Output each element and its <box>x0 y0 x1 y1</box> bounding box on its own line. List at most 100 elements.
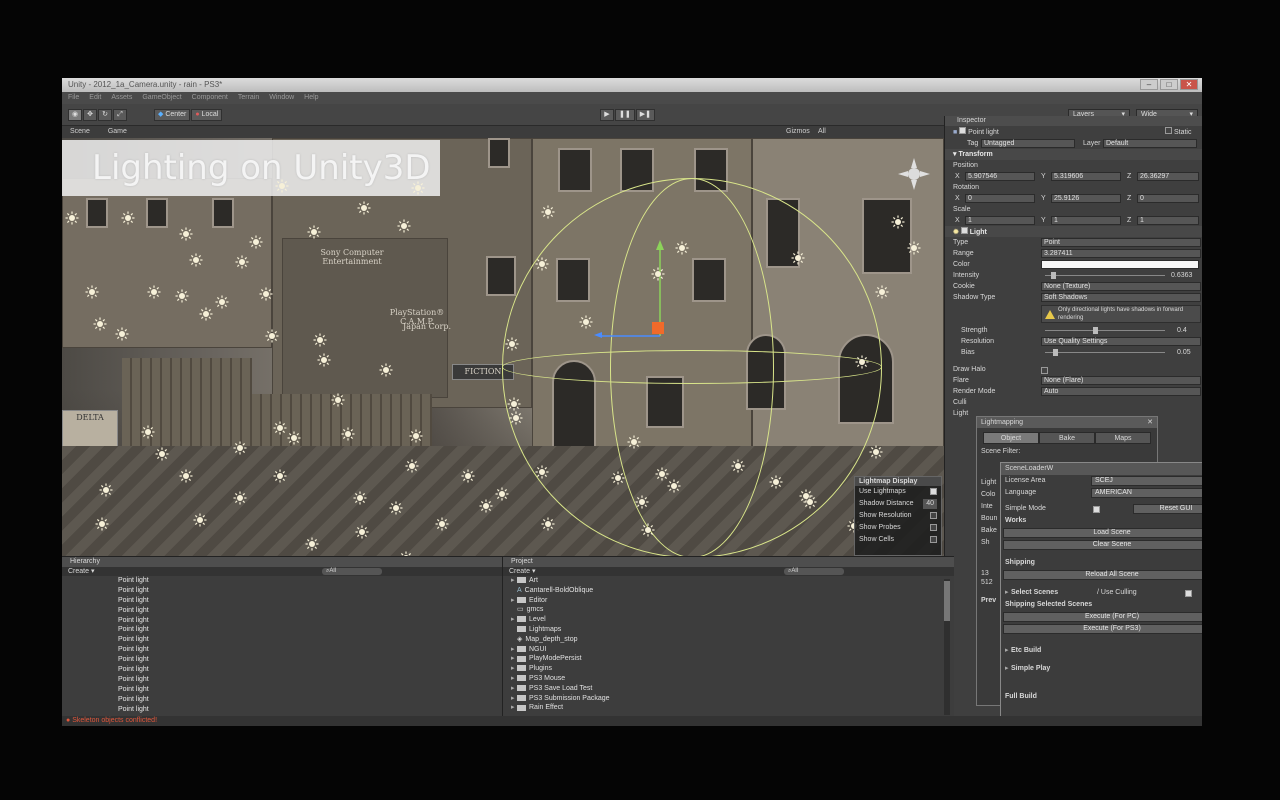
point-light-icon[interactable] <box>409 429 423 443</box>
point-light-icon[interactable] <box>313 333 327 347</box>
point-light-icon[interactable] <box>155 447 169 461</box>
point-light-icon[interactable] <box>273 469 287 483</box>
rotate-tool-button[interactable]: ↻ <box>98 109 113 121</box>
point-light-icon[interactable] <box>791 251 805 265</box>
point-light-icon[interactable] <box>667 479 681 493</box>
point-light-icon[interactable] <box>215 295 229 309</box>
execute-pc-button[interactable]: Execute (For PC) <box>1003 612 1202 622</box>
point-light-icon[interactable] <box>405 459 419 473</box>
rotation-y-field[interactable]: 25.9126 <box>1051 194 1121 203</box>
intensity-field[interactable]: 0.6363 <box>1171 270 1192 281</box>
point-light-icon[interactable] <box>93 317 107 331</box>
object-active-checkbox[interactable] <box>959 127 967 134</box>
point-light-icon[interactable] <box>331 393 345 407</box>
point-light-icon[interactable] <box>541 205 555 219</box>
license-area-dropdown[interactable]: SCEJ <box>1091 476 1202 486</box>
list-item[interactable]: Point light <box>118 586 502 596</box>
tab-maps[interactable]: Maps <box>1095 432 1151 444</box>
point-light-icon[interactable] <box>179 227 193 241</box>
point-light-icon[interactable] <box>907 241 921 255</box>
intensity-slider-knob[interactable] <box>1051 272 1056 279</box>
simple-play-row[interactable]: ▸ Simple Play <box>1001 663 1202 675</box>
list-item[interactable]: ▭ gmcs <box>511 605 954 615</box>
list-item[interactable]: Point light <box>118 705 502 715</box>
use-lightmaps-checkbox[interactable] <box>930 488 937 495</box>
menu-file[interactable]: File <box>68 92 79 104</box>
point-light-icon[interactable] <box>769 475 783 489</box>
point-light-icon[interactable] <box>891 215 905 229</box>
point-light-icon[interactable] <box>389 501 403 515</box>
move-tool-button[interactable]: ✥ <box>83 109 98 121</box>
pause-button[interactable]: ❚❚ <box>615 109 635 121</box>
light-enabled-checkbox[interactable] <box>960 227 968 234</box>
hierarchy-create-button[interactable]: Create <box>68 568 89 575</box>
menu-component[interactable]: Component <box>192 92 228 104</box>
point-light-icon[interactable] <box>875 285 889 299</box>
bias-slider-knob[interactable] <box>1053 349 1058 356</box>
strength-field[interactable]: 0.4 <box>1177 325 1187 336</box>
list-item[interactable]: Point light <box>118 695 502 705</box>
use-culling-checkbox[interactable] <box>1185 590 1192 597</box>
close-icon[interactable]: ✕ <box>1147 417 1153 428</box>
point-light-icon[interactable] <box>541 517 555 531</box>
menu-edit[interactable]: Edit <box>89 92 101 104</box>
point-light-icon[interactable] <box>95 517 109 531</box>
scene-search[interactable]: All <box>810 126 834 138</box>
point-light-icon[interactable] <box>507 397 521 411</box>
position-z-field[interactable]: 26.36297 <box>1137 172 1199 181</box>
point-light-icon[interactable] <box>265 329 279 343</box>
point-light-icon[interactable] <box>535 257 549 271</box>
tab-object[interactable]: Object <box>983 432 1039 444</box>
list-item[interactable]: Point light <box>118 606 502 616</box>
position-x-field[interactable]: 5.907546 <box>965 172 1035 181</box>
point-light-icon[interactable] <box>233 491 247 505</box>
menu-assets[interactable]: Assets <box>111 92 132 104</box>
show-cells-checkbox[interactable] <box>930 536 937 543</box>
render-mode-dropdown[interactable]: Auto <box>1041 387 1201 396</box>
point-light-icon[interactable] <box>65 211 79 225</box>
menu-gameobject[interactable]: GameObject <box>142 92 181 104</box>
light-header[interactable]: ✹ Light <box>945 226 1202 237</box>
cookie-field[interactable]: None (Texture) <box>1041 282 1201 291</box>
point-light-icon[interactable] <box>579 315 593 329</box>
point-light-icon[interactable] <box>273 421 287 435</box>
list-item[interactable]: Point light <box>118 665 502 675</box>
shadow-type-dropdown[interactable]: Soft Shadows <box>1041 293 1201 302</box>
object-name-field[interactable]: Point light <box>968 129 999 136</box>
list-item[interactable]: ▸ PS3 Mouse <box>511 674 954 684</box>
point-light-icon[interactable] <box>479 499 493 513</box>
list-item[interactable]: ▸ Plugins <box>511 664 954 674</box>
menu-help[interactable]: Help <box>304 92 318 104</box>
point-light-icon[interactable] <box>435 517 449 531</box>
list-item[interactable]: Lightmaps <box>511 625 954 635</box>
point-light-icon[interactable] <box>317 353 331 367</box>
point-light-icon[interactable] <box>355 525 369 539</box>
point-light-icon[interactable] <box>803 495 817 509</box>
play-button[interactable]: ▶ <box>600 109 614 121</box>
color-swatch[interactable] <box>1041 260 1199 269</box>
list-item[interactable]: ▸ Level <box>511 615 954 625</box>
resolution-dropdown[interactable]: Use Quality Settings <box>1041 337 1201 346</box>
simple-mode-checkbox[interactable] <box>1093 506 1100 513</box>
reload-all-scene-button[interactable]: Reload All Scene <box>1003 570 1202 580</box>
list-item[interactable]: ▸ PS3 Submission Package <box>511 694 954 704</box>
point-light-icon[interactable] <box>635 495 649 509</box>
point-light-icon[interactable] <box>461 469 475 483</box>
point-light-icon[interactable] <box>611 471 625 485</box>
etc-build-foldout[interactable]: Etc Build <box>1011 647 1041 654</box>
reset-gui-button[interactable]: Reset GUI <box>1133 504 1202 514</box>
point-light-icon[interactable] <box>287 431 301 445</box>
list-item[interactable]: ▸ Rain Effect <box>511 703 954 713</box>
point-light-icon[interactable] <box>235 255 249 269</box>
simple-play-foldout[interactable]: Simple Play <box>1011 665 1050 672</box>
point-light-icon[interactable] <box>249 235 263 249</box>
list-item[interactable]: ▸ NGUI <box>511 645 954 655</box>
scale-tool-button[interactable]: ⤢ <box>113 109 128 121</box>
point-light-icon[interactable] <box>147 285 161 299</box>
maximize-button[interactable]: □ <box>1160 79 1178 90</box>
full-build-label[interactable]: Full Build <box>1001 691 1202 703</box>
point-light-icon[interactable] <box>505 337 519 351</box>
tag-dropdown[interactable]: Untagged <box>981 139 1075 148</box>
point-light-icon[interactable] <box>115 327 129 341</box>
status-message[interactable]: Skeleton objects conflicted! <box>72 717 157 724</box>
